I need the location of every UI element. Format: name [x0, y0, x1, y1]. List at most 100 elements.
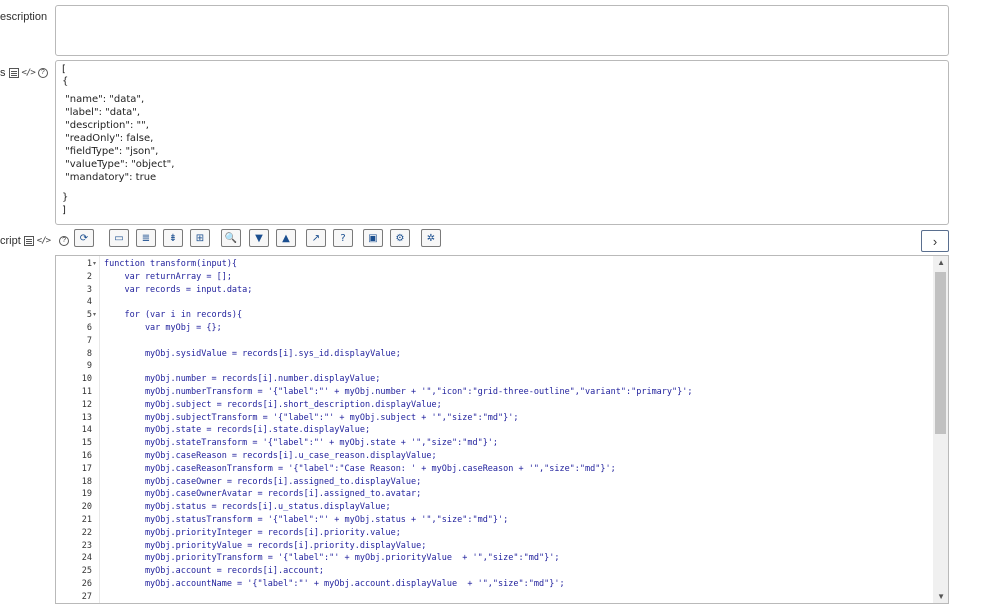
line-number: 21 [81, 515, 92, 525]
code-line: myObj.stateTransform = '{"label":"' + my… [104, 438, 499, 449]
line-number: 7 [86, 335, 92, 346]
code-line: myObj.sysidValue = records[i].sys_id.dis… [104, 348, 401, 359]
fold-toggle-icon[interactable]: ▾ [93, 260, 96, 267]
search-icon: 🔍 [224, 232, 238, 244]
code-line: myObj.priorityValue = records[i].priorit… [104, 540, 427, 551]
save-icon: ▣ [368, 232, 378, 244]
line-number: 5 [86, 310, 92, 321]
line-number: 6 [86, 323, 92, 333]
line-number: 3 [86, 284, 92, 295]
chevron-right-icon: › [932, 233, 938, 249]
scroll-thumb[interactable] [935, 272, 946, 434]
line-number: 18 [81, 476, 92, 487]
open-button[interactable]: ↗ [306, 229, 326, 247]
json-line: } [62, 192, 69, 203]
comment-button[interactable]: ▭ [109, 229, 129, 247]
description-textarea[interactable] [55, 5, 949, 56]
script-include-button[interactable]: ⊞ [190, 229, 210, 247]
code-icon[interactable]: </> [22, 68, 36, 78]
code-line: myObj.subject = records[i].short_descrip… [104, 399, 442, 410]
line-number: 26 [81, 579, 92, 589]
help-button[interactable]: ? [333, 229, 353, 247]
script-label-text: cript [0, 235, 21, 247]
document-icon[interactable] [8, 68, 19, 78]
line-number: 17 [81, 463, 92, 474]
line-number: 1 [86, 259, 92, 269]
line-number: 15 [81, 438, 92, 449]
code-line: myObj.statusTransform = '{"label":"' + m… [104, 515, 509, 525]
expand-button[interactable]: › [921, 230, 949, 252]
line-number: 14 [81, 425, 92, 436]
settings-icon: ✲ [426, 232, 436, 244]
json-line: "readOnly": false, [62, 133, 154, 144]
line-number: 16 [81, 451, 92, 461]
json-line: "description": "", [62, 120, 149, 131]
line-number: 2 [86, 271, 92, 282]
uncomment-icon: ≣ [141, 232, 151, 244]
line-number: 13 [81, 412, 92, 423]
document-icon[interactable] [23, 236, 34, 246]
line-number: 24 [81, 553, 92, 564]
line-number-gutter: 1 ▾ 2 3 4 5 ▾ 6 7 8 9 10 11 12 13 14 15 16 17 18 19 20 21 22 23 2… [56, 256, 100, 603]
code-line: myObj.caseReason = records[i].u_case_rea… [104, 451, 437, 461]
help-icon[interactable]: ? [37, 68, 48, 78]
code-line: myObj.subjectTransform = '{"label":"' + … [104, 412, 519, 423]
code-line: myObj.caseReasonTransform = '{"label":"C… [104, 463, 616, 474]
json-line: "fieldType": "json", [62, 146, 159, 157]
find-previous-button[interactable]: ▲ [276, 229, 296, 247]
json-line: "name": "data", [62, 94, 145, 105]
code-icon[interactable]: </> [37, 236, 51, 246]
code-line: myObj.accountName = '{"label":"' + myObj… [104, 579, 565, 589]
script-editor[interactable]: 1 ▾ 2 3 4 5 ▾ 6 7 8 9 10 11 12 13 14 15 16 17 18 19 20 21 22 23 2… [55, 255, 949, 604]
format-code-button[interactable]: ⟳ [74, 229, 94, 247]
code-line: myObj.account = records[i].account; [104, 566, 325, 577]
insert-line-icon: ⇟ [168, 232, 178, 244]
description-label: escription [0, 11, 47, 23]
json-line: ] [62, 205, 66, 216]
line-number: 11 [81, 387, 92, 397]
scroll-up-icon[interactable]: ▲ [937, 258, 945, 267]
code-line: myObj.numberTransform = '{"label":"' + m… [104, 387, 693, 397]
find-next-button[interactable]: ▼ [249, 229, 269, 247]
json-line: "label": "data", [62, 107, 141, 118]
debug-button[interactable]: ⚙ [390, 229, 410, 247]
open-icon: ↗ [311, 232, 321, 244]
find-previous-icon: ▲ [282, 232, 290, 244]
code-line: myObj.priorityInteger = records[i].prior… [104, 527, 401, 538]
fold-toggle-icon[interactable]: ▾ [93, 311, 96, 318]
fields-json-textarea[interactable]: [{ "name": "data", "label": "data", "des… [55, 60, 949, 225]
code-line: var myObj = {}; [104, 323, 222, 333]
help-icon[interactable]: ? [59, 236, 70, 246]
line-number: 27 [81, 591, 92, 602]
line-number: 22 [81, 527, 92, 538]
json-line: "mandatory": true [62, 172, 157, 183]
editor-scrollbar[interactable]: ▲ ▼ [933, 256, 948, 603]
search-button[interactable]: 🔍 [221, 229, 241, 247]
settings-button[interactable]: ✲ [421, 229, 441, 247]
save-button[interactable]: ▣ [363, 229, 383, 247]
json-line: "valueType": "object", [62, 159, 175, 170]
help-icon: ? [340, 232, 346, 244]
uncomment-button[interactable]: ≣ [136, 229, 156, 247]
comment-icon: ▭ [114, 232, 124, 244]
line-number: 12 [81, 399, 92, 410]
code-line: var returnArray = []; [104, 271, 232, 282]
line-number: 19 [81, 489, 92, 500]
script-include-icon: ⊞ [195, 232, 205, 244]
line-number: 25 [81, 566, 92, 577]
code-line: myObj.number = records[i].number.display… [104, 374, 381, 385]
line-number: 23 [81, 540, 92, 551]
script-label: cript </> ? [0, 235, 70, 247]
debug-icon: ⚙ [395, 232, 405, 244]
code-line: myObj.caseOwnerAvatar = records[i].assig… [104, 489, 422, 500]
insert-line-button[interactable]: ⇟ [163, 229, 183, 247]
code-line: myObj.state = records[i].state.displayVa… [104, 425, 371, 436]
line-number: 20 [81, 502, 92, 513]
find-next-icon: ▼ [255, 232, 263, 244]
scroll-down-icon[interactable]: ▼ [937, 592, 945, 601]
format-code-icon: ⟳ [79, 232, 89, 244]
code-line: function transform(input){ [104, 259, 238, 269]
json-line: [ [62, 64, 66, 75]
line-number: 10 [81, 374, 92, 385]
code-line: myObj.caseOwner = records[i].assigned_to… [104, 476, 422, 487]
